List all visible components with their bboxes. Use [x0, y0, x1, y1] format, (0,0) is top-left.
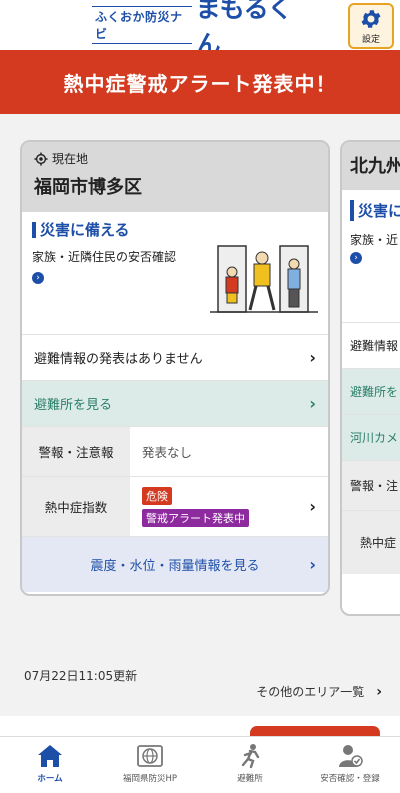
gear-icon — [361, 10, 381, 28]
warning-value: 発表なし — [142, 445, 193, 460]
nav-fukuoka-hp-label: 福岡県防災HP — [122, 774, 178, 784]
chevron-right-icon: › — [376, 683, 382, 700]
chevron-right-circle-icon: › — [32, 272, 44, 284]
heat-alert-badge: 警戒アラート発表中 — [142, 508, 249, 527]
nav-fukuoka-hp[interactable]: 福岡県防災HP — [100, 737, 200, 793]
heat-danger-badge: 危険 — [142, 486, 172, 505]
person-check-icon — [339, 745, 363, 767]
chevron-right-icon: › — [309, 555, 316, 574]
next-warning-label: 警報・注 — [342, 460, 400, 510]
prepare-section[interactable]: 災害に備える 家族・近隣住民の安否確認 › — [22, 212, 328, 334]
next-prepare-title: 災害に — [350, 200, 400, 221]
heat-index-row[interactable]: 熱中症指数 危険 警戒アラート発表中 › — [22, 476, 328, 536]
evacuation-info-text: 避難情報の発表はありません — [34, 352, 203, 367]
next-family-text: 家族・近 — [350, 233, 399, 247]
logo-subtitle: ふくおか防災ナビ — [92, 6, 192, 44]
prepare-title: 災害に備える — [32, 222, 318, 238]
settings-label: 設定 — [361, 35, 380, 45]
settings-button[interactable]: 設定 — [348, 3, 394, 49]
nav-shelters[interactable]: 避難所 — [200, 737, 300, 793]
alert-banner-text: 熱中症警戒アラート発表中！ — [63, 71, 337, 96]
warning-row: 警報・注意報 発表なし — [22, 426, 328, 476]
heat-index-label: 熱中症指数 — [22, 477, 130, 536]
bottom-nav: ホーム 福岡県防災HP 避難所 安否確認・登録 — [0, 736, 400, 793]
area-card-current: 現在地 福岡市博多区 災害に備える 家族・近隣住民の安否確認 › 避難情報の発表… — [20, 140, 330, 596]
chevron-right-icon: › — [309, 497, 316, 516]
next-city-name: 北九州 — [342, 142, 400, 190]
nav-shelters-label: 避難所 — [237, 774, 263, 784]
nav-safety-check-label: 安否確認・登録 — [320, 774, 380, 784]
home-icon — [38, 745, 62, 767]
updated-timestamp: 07月22日11:05更新 — [24, 669, 138, 683]
next-shelter: 避難所を — [342, 368, 400, 414]
location-label: 現在地 — [52, 152, 89, 166]
app-logo: ふくおか防災ナビ まもるくん — [92, 0, 308, 59]
globe-icon — [137, 745, 163, 767]
other-areas-text: その他のエリア一覧 — [256, 685, 365, 699]
quake-water-rain-info-text: 震度・水位・雨量情報を見る — [90, 559, 260, 574]
nav-home-label: ホーム — [37, 774, 63, 784]
running-person-icon — [241, 744, 260, 769]
next-heat-label: 熱中症 — [342, 510, 400, 574]
location-header: 現在地 福岡市博多区 — [22, 142, 328, 212]
chevron-right-icon: › — [309, 348, 316, 367]
city-name: 福岡市博多区 — [34, 177, 142, 198]
app-header: ふくおか防災ナビ まもるくん 設定 — [0, 0, 400, 59]
quake-water-rain-info-row[interactable]: 震度・水位・雨量情報を見る › — [22, 536, 328, 592]
chevron-right-icon: › — [309, 394, 316, 413]
nav-safety-check[interactable]: 安否確認・登録 — [300, 737, 400, 793]
other-areas-link[interactable]: その他のエリア一覧 › — [256, 683, 382, 700]
view-shelters-row[interactable]: 避難所を見る › — [22, 380, 328, 426]
view-shelters-text: 避難所を見る — [34, 398, 113, 413]
evacuation-info-row[interactable]: 避難情報の発表はありません › — [22, 334, 328, 380]
family-door-illustration — [210, 245, 318, 313]
current-location-icon — [34, 151, 48, 166]
warning-label: 警報・注意報 — [22, 427, 130, 476]
nav-home[interactable]: ホーム — [0, 737, 100, 793]
next-river-camera: 河川カメ — [342, 414, 400, 460]
area-card-next[interactable]: 北九州 災害に 家族・近 › 避難情報 避難所を 河川カメ 警報・注 熱中症 — [340, 140, 400, 616]
chevron-right-circle-icon: › — [350, 252, 362, 264]
heat-alert-banner[interactable]: 熱中症警戒アラート発表中！ — [0, 50, 400, 114]
next-evacuation-info: 避難情報 — [342, 322, 400, 368]
